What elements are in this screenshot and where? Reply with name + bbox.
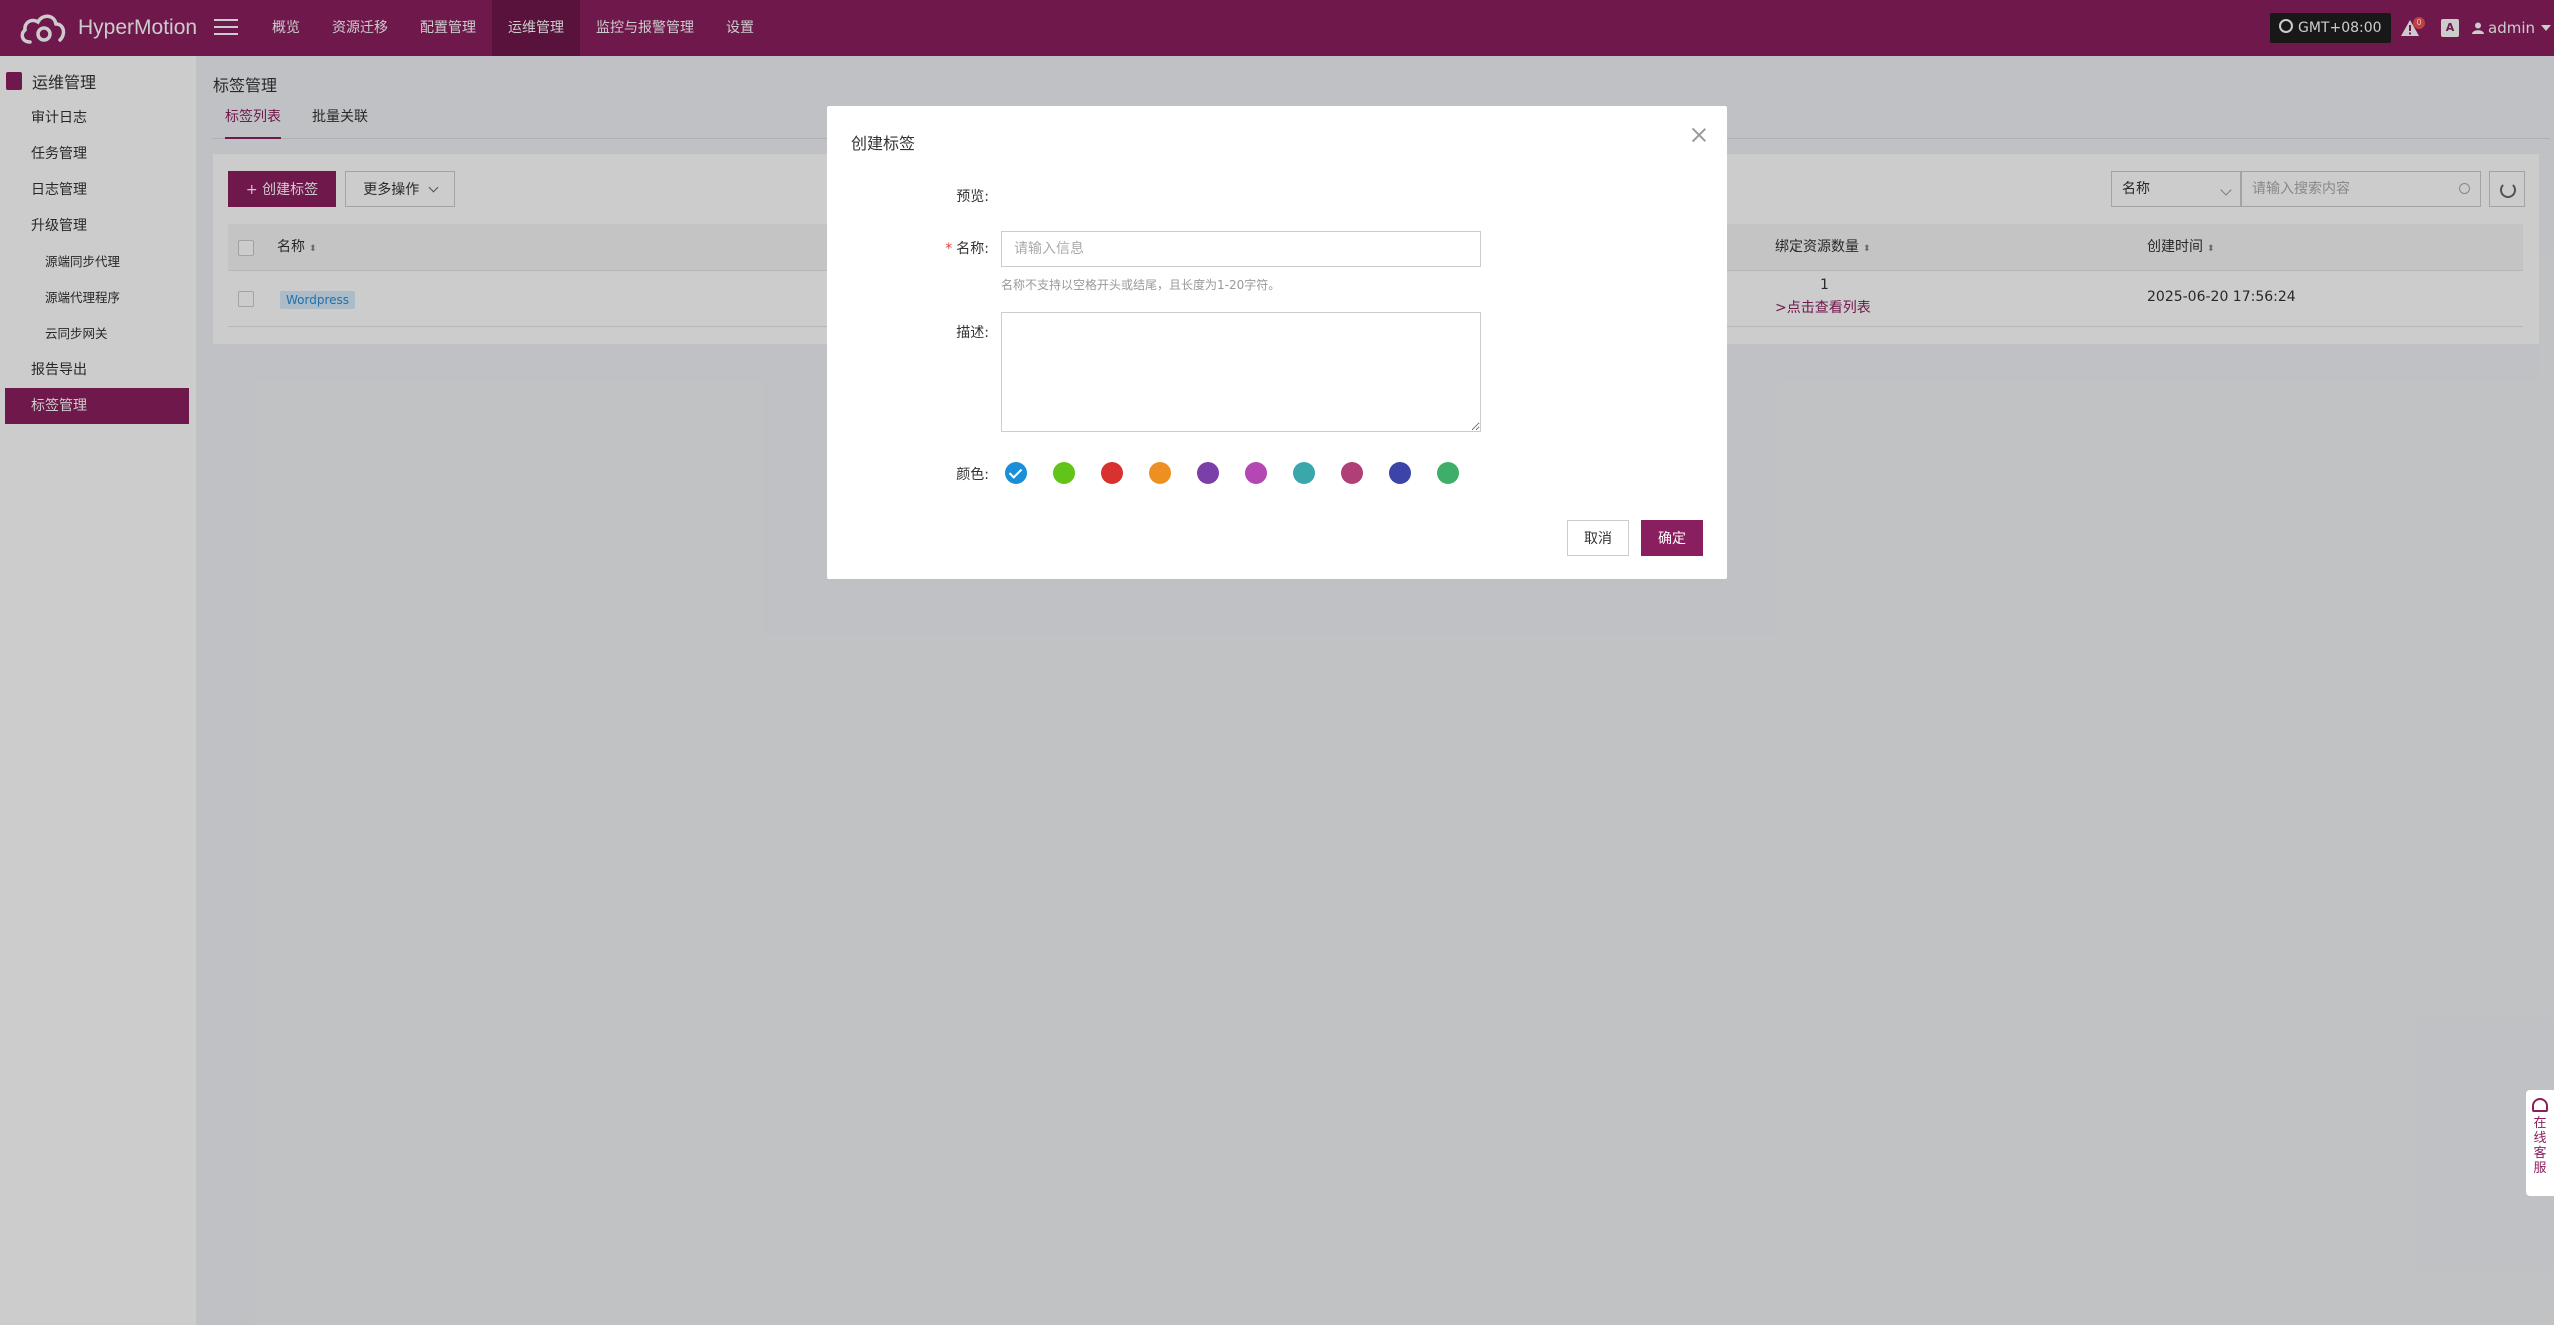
required-mark: * xyxy=(945,241,953,257)
color-swatch[interactable] xyxy=(1293,462,1315,484)
create-tag-dialog: 创建标签 预览: *名称: 名称不支持以空格开头或结尾，且长度为1-20字符。 … xyxy=(827,106,1727,579)
name-label-row: * 名称: xyxy=(889,238,989,258)
confirm-button[interactable]: 确定 xyxy=(1641,520,1703,556)
color-label-row: 颜色: xyxy=(889,464,989,484)
color-swatch[interactable] xyxy=(1437,462,1459,484)
description-textarea[interactable] xyxy=(1001,312,1481,432)
color-swatch[interactable] xyxy=(1389,462,1411,484)
preview-row: 预览: xyxy=(889,186,989,206)
color-label: 颜色: xyxy=(956,467,989,483)
desc-label-row: 描述: xyxy=(889,322,989,342)
color-swatch[interactable] xyxy=(1197,462,1219,484)
color-swatch[interactable] xyxy=(1341,462,1363,484)
color-swatch[interactable] xyxy=(1005,462,1027,484)
dialog-title: 创建标签 xyxy=(851,134,916,153)
check-icon xyxy=(1008,465,1023,479)
color-swatch[interactable] xyxy=(1101,462,1123,484)
support-label: 在线客服 xyxy=(2533,1116,2547,1176)
tag-name-input[interactable] xyxy=(1001,231,1481,267)
color-swatch[interactable] xyxy=(1149,462,1171,484)
cancel-button[interactable]: 取消 xyxy=(1567,520,1629,556)
name-hint: 名称不支持以空格开头或结尾，且长度为1-20字符。 xyxy=(1001,278,1281,292)
close-icon[interactable] xyxy=(1690,126,1708,144)
headset-icon xyxy=(2532,1098,2548,1112)
color-swatch[interactable] xyxy=(1053,462,1075,484)
preview-label: 预览: xyxy=(956,189,989,205)
name-label: 名称: xyxy=(956,241,989,257)
online-support-widget[interactable]: 在线客服 xyxy=(2526,1090,2554,1196)
desc-label: 描述: xyxy=(956,325,989,341)
color-swatch[interactable] xyxy=(1245,462,1267,484)
